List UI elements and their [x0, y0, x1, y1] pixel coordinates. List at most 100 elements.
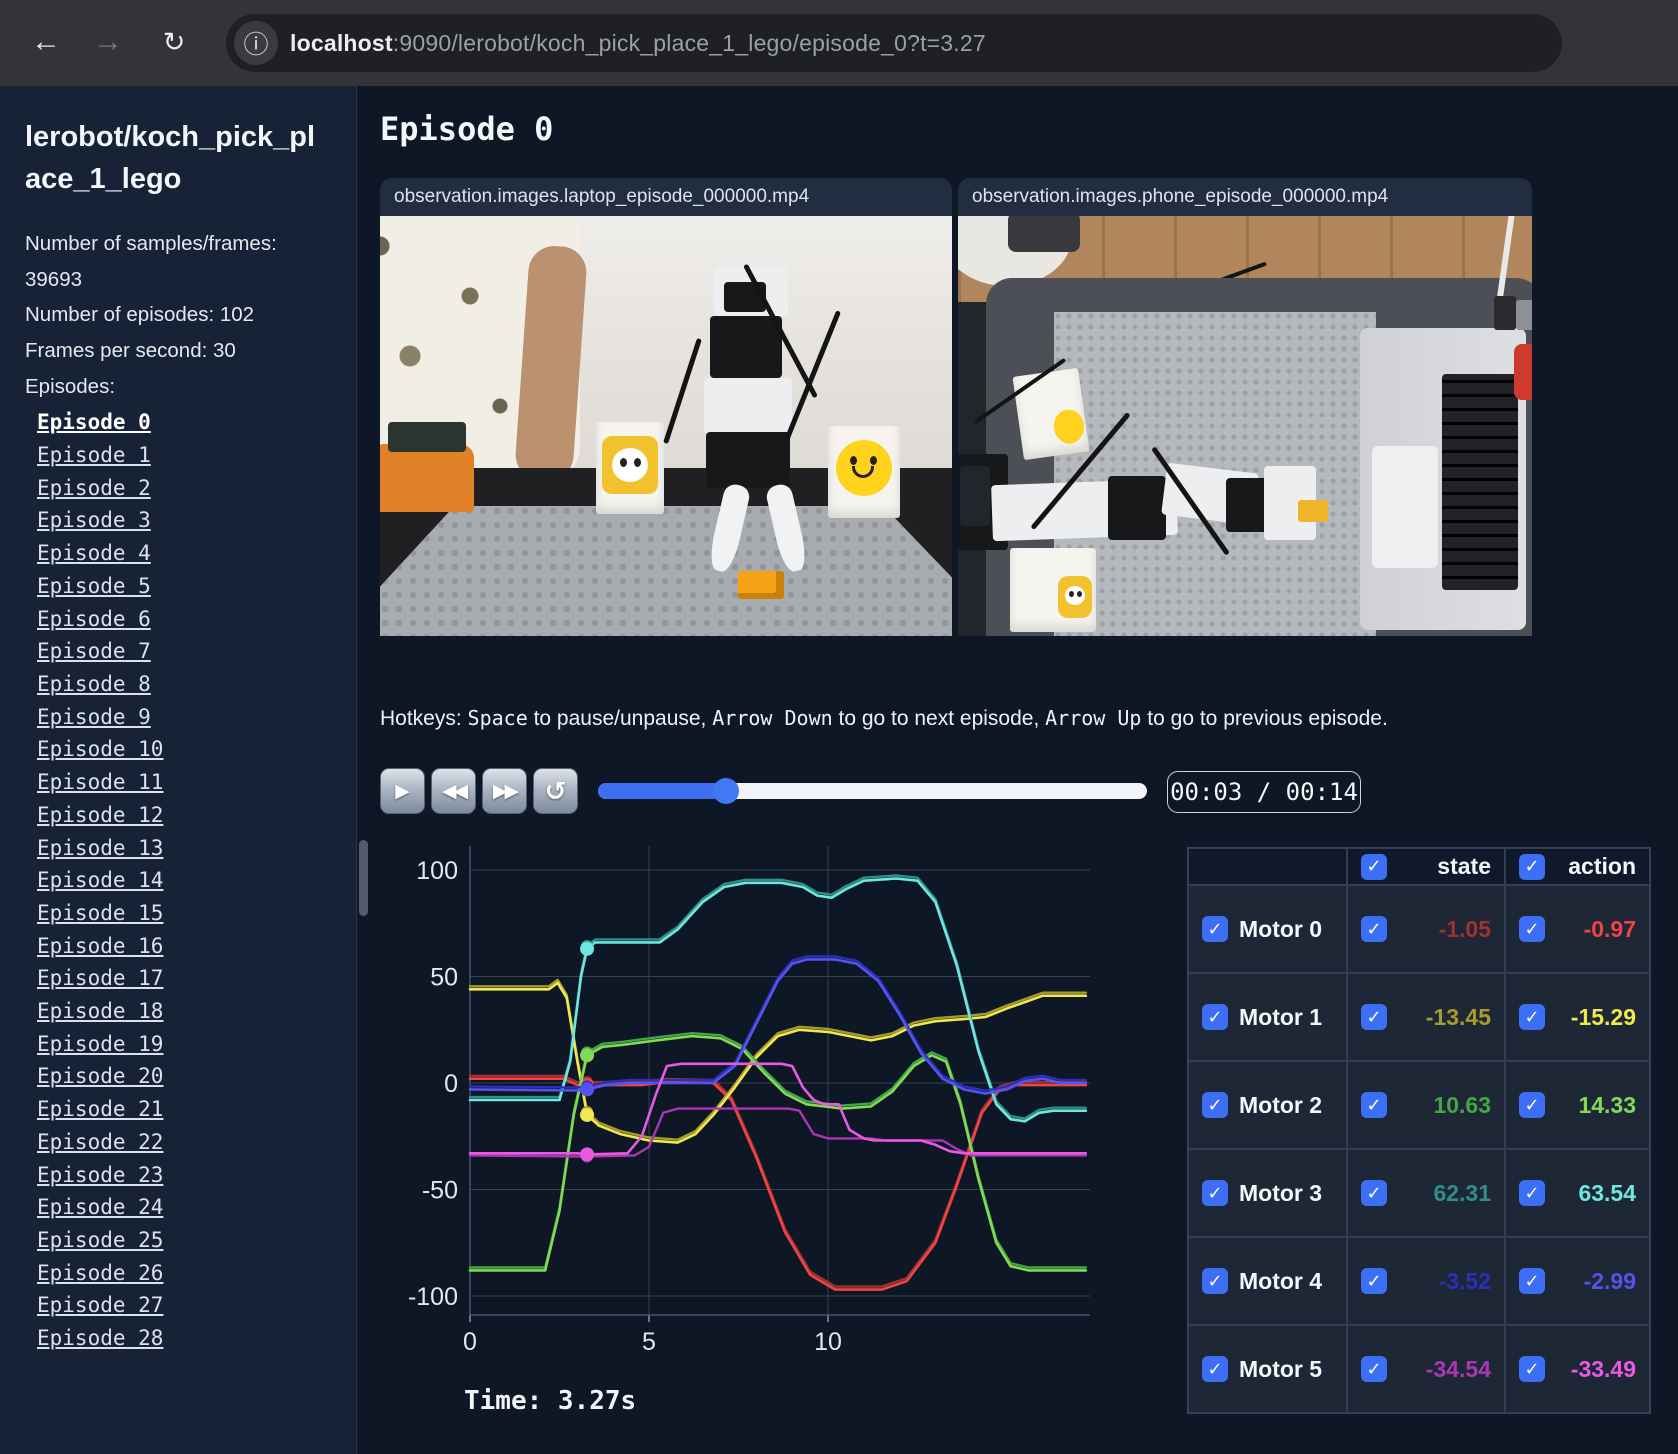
- episode-link[interactable]: Episode 4: [37, 537, 356, 570]
- checkbox[interactable]: ✓: [1519, 1356, 1545, 1382]
- checkbox[interactable]: ✓: [1519, 853, 1545, 880]
- table-cell: ✓ action: [1505, 848, 1650, 885]
- column-header-action: action: [1568, 853, 1636, 879]
- episode-link[interactable]: Episode 8: [37, 668, 356, 701]
- episode-link[interactable]: Episode 13: [37, 832, 356, 865]
- episode-link[interactable]: Episode 20: [37, 1060, 356, 1093]
- hotkeys-text: to go to next episode,: [832, 707, 1046, 730]
- table-cell: ✓ -33.49: [1505, 1325, 1650, 1413]
- table-cell: ✓ 10.63: [1347, 1061, 1505, 1149]
- table-cell: ✓ Motor 0: [1188, 885, 1347, 973]
- table-cell: ✓ 62.31: [1347, 1149, 1505, 1237]
- episode-link[interactable]: Episode 7: [37, 635, 356, 668]
- motor-label: Motor 0: [1239, 915, 1323, 942]
- hotkeys-text: Space: [467, 706, 528, 730]
- motor-label: Motor 2: [1239, 1091, 1323, 1118]
- episode-link[interactable]: Episode 19: [37, 1028, 356, 1061]
- episode-link[interactable]: Episode 26: [37, 1257, 356, 1290]
- motor-label: Motor 3: [1239, 1179, 1323, 1206]
- checkbox[interactable]: ✓: [1202, 1356, 1228, 1382]
- url-text: localhost:9090/lerobot/koch_pick_place_1…: [290, 30, 986, 57]
- table-cell: ✓ state: [1347, 848, 1505, 885]
- checkbox[interactable]: ✓: [1202, 1180, 1228, 1206]
- motor-action: -33.49: [1570, 1355, 1636, 1382]
- video-laptop[interactable]: [380, 216, 952, 636]
- table-cell: ✓ Motor 1: [1188, 973, 1347, 1061]
- checkbox[interactable]: ✓: [1519, 1004, 1545, 1030]
- episode-link[interactable]: Episode 21: [37, 1093, 356, 1126]
- episode-link[interactable]: Episode 17: [37, 962, 356, 995]
- white-box-top: [1012, 367, 1090, 461]
- checkbox[interactable]: ✓: [1361, 1004, 1387, 1030]
- episode-link[interactable]: Episode 22: [37, 1126, 356, 1159]
- svg-text:100: 100: [416, 857, 458, 885]
- back-icon[interactable]: ←: [22, 18, 70, 66]
- panda-box: [596, 422, 664, 514]
- motor-chart[interactable]: 100 50 0 -50 -100 0 5 10 Time: 3.27s: [380, 788, 1094, 1416]
- episode-link[interactable]: Episode 27: [37, 1289, 356, 1322]
- episode-link[interactable]: Episode 16: [37, 930, 356, 963]
- table-cell: [1188, 848, 1347, 885]
- checkbox[interactable]: ✓: [1519, 1092, 1545, 1118]
- episode-link[interactable]: Episode 18: [37, 995, 356, 1028]
- robot-motor-mid: [1108, 476, 1166, 540]
- checkbox[interactable]: ✓: [1519, 1268, 1545, 1294]
- checkbox[interactable]: ✓: [1361, 853, 1387, 880]
- checkbox[interactable]: ✓: [1361, 1268, 1387, 1294]
- episode-link[interactable]: Episode 5: [37, 570, 356, 603]
- video-caption-laptop: observation.images.laptop_episode_000000…: [380, 178, 952, 216]
- table-cell: ✓ -34.54: [1347, 1325, 1505, 1413]
- reload-icon[interactable]: ↻: [150, 18, 198, 66]
- url-host: localhost: [290, 29, 393, 56]
- hotkeys-text: Hotkeys:: [380, 707, 468, 730]
- checkbox[interactable]: ✓: [1202, 1092, 1228, 1118]
- svg-text:-50: -50: [422, 1177, 458, 1205]
- sidebar: lerobot/koch_pick_place_1_lego Number of…: [0, 86, 357, 1454]
- episode-link[interactable]: Episode 11: [37, 766, 356, 799]
- episode-link[interactable]: Episode 0: [37, 406, 356, 439]
- svg-text:5: 5: [642, 1328, 656, 1356]
- episode-link[interactable]: Episode 15: [37, 897, 356, 930]
- checkbox[interactable]: ✓: [1361, 1092, 1387, 1118]
- episode-link[interactable]: Episode 1: [37, 439, 356, 472]
- checkbox[interactable]: ✓: [1202, 1268, 1228, 1294]
- episode-link[interactable]: Episode 9: [37, 701, 356, 734]
- episode-link[interactable]: Episode 28: [37, 1322, 356, 1355]
- episode-link[interactable]: Episode 24: [37, 1191, 356, 1224]
- episode-link[interactable]: Episode 14: [37, 864, 356, 897]
- robot-motor-base: [706, 432, 790, 488]
- forward-icon[interactable]: →: [84, 18, 132, 66]
- video-card-phone: observation.images.phone_episode_000000.…: [958, 178, 1532, 636]
- motor-action: -2.99: [1583, 1267, 1636, 1294]
- table-cell: ✓ Motor 4: [1188, 1237, 1347, 1325]
- episode-link[interactable]: Episode 2: [37, 472, 356, 505]
- episode-link[interactable]: Episode 6: [37, 603, 356, 636]
- svg-text:10: 10: [814, 1328, 842, 1356]
- episodes-label: Episodes:: [25, 374, 116, 398]
- chart-time-label: Time: 3.27s: [464, 1386, 637, 1416]
- episode-link[interactable]: Episode 3: [37, 504, 356, 537]
- video-phone[interactable]: [958, 216, 1532, 636]
- checkbox[interactable]: ✓: [1202, 1004, 1228, 1030]
- checkbox[interactable]: ✓: [1519, 1180, 1545, 1206]
- site-info-icon[interactable]: ⓘ: [234, 21, 278, 65]
- checkbox[interactable]: ✓: [1361, 1356, 1387, 1382]
- table-cell: ✓ -3.52: [1347, 1237, 1505, 1325]
- episode-list: Episode 0 Episode 1 Episode 2 Episode 3 Epis…: [37, 406, 356, 1354]
- episode-link[interactable]: Episode 23: [37, 1159, 356, 1192]
- checkbox[interactable]: ✓: [1361, 916, 1387, 942]
- episode-link[interactable]: Episode 10: [37, 733, 356, 766]
- controller-board: [388, 422, 466, 452]
- checkbox[interactable]: ✓: [1519, 916, 1545, 942]
- video-card-laptop: observation.images.laptop_episode_000000…: [380, 178, 952, 636]
- address-bar[interactable]: ⓘ localhost:9090/lerobot/koch_pick_place…: [226, 14, 1562, 72]
- orange-lego-brick: [738, 571, 784, 599]
- hotkeys-text: to go to previous episode.: [1141, 707, 1388, 730]
- checkbox[interactable]: ✓: [1202, 916, 1228, 942]
- episode-link[interactable]: Episode 25: [37, 1224, 356, 1257]
- column-header-state: state: [1437, 853, 1491, 879]
- scrollbar-thumb[interactable]: [359, 840, 368, 916]
- svg-text:0: 0: [444, 1070, 458, 1098]
- checkbox[interactable]: ✓: [1361, 1180, 1387, 1206]
- episode-link[interactable]: Episode 12: [37, 799, 356, 832]
